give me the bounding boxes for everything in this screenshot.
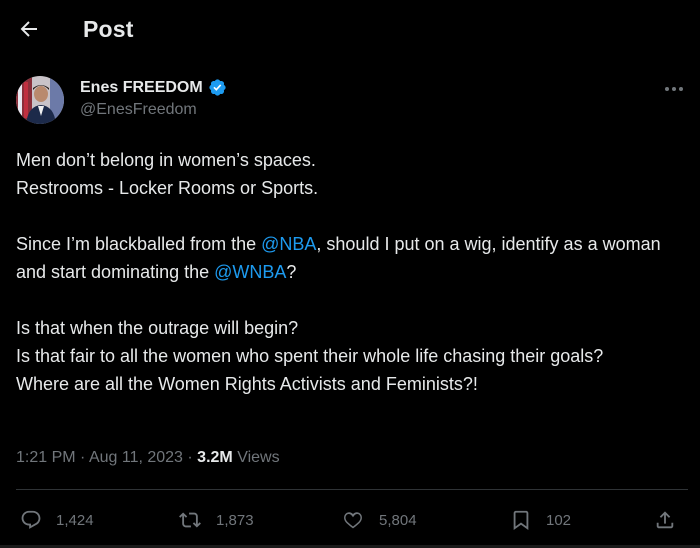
post-time[interactable]: 1:21 PM (16, 449, 76, 466)
share-button[interactable] (654, 509, 676, 531)
meta-separator: · (182, 449, 198, 466)
post-meta: 1:21 PM · Aug 11, 2023 · 3.2M Views (16, 449, 280, 467)
more-horizontal-icon (664, 79, 684, 97)
share-icon (654, 509, 676, 531)
action-bar: 1,424 1,873 5,804 102 (0, 499, 700, 539)
author-name: Enes FREEDOM (80, 78, 203, 96)
mention-link-wnba[interactable]: @WNBA (214, 262, 286, 282)
repost-button[interactable]: 1,873 (178, 509, 254, 531)
post-text: Men don’t belong in women’s spaces. Rest… (16, 146, 688, 398)
views-label: Views (237, 449, 280, 466)
post-line: Is that when the outrage will begin? (16, 318, 299, 338)
post-line: Where are all the Women Rights Activists… (16, 374, 478, 394)
reply-button[interactable]: 1,424 (20, 509, 94, 531)
arrow-left-icon (17, 17, 41, 46)
avatar[interactable] (16, 76, 64, 124)
post-paragraph: Since I’m blackballed from the @NBA, sho… (16, 230, 688, 286)
repost-count: 1,873 (216, 511, 254, 529)
meta-separator: · (75, 449, 89, 466)
mention-link-nba[interactable]: @NBA (261, 234, 316, 254)
like-button[interactable]: 5,804 (341, 509, 417, 531)
post-text-span: ? (286, 262, 297, 282)
bookmark-icon (510, 509, 532, 531)
reply-icon (20, 509, 42, 531)
post-line: Restrooms - Locker Rooms or Sports. (16, 178, 319, 198)
post-date[interactable]: Aug 11, 2023 (89, 449, 183, 466)
views-count: 3.2M (197, 449, 233, 466)
post-detail-view: Post Enes FREEDOM @EnesFreedom Men don’t… (0, 0, 700, 548)
verified-badge-icon (208, 78, 227, 97)
bookmark-button[interactable]: 102 (510, 509, 571, 531)
post-line: Men don’t belong in women’s spaces. (16, 150, 316, 170)
page-title: Post (83, 16, 134, 42)
bookmark-count: 102 (546, 511, 572, 529)
top-bar: Post (0, 0, 700, 62)
like-count: 5,804 (379, 511, 417, 529)
heart-icon (341, 509, 365, 531)
post-line: Is that fair to all the women who spent … (16, 346, 604, 366)
author-name-row[interactable]: Enes FREEDOM (80, 78, 227, 97)
back-button[interactable] (14, 16, 44, 46)
more-options-button[interactable] (660, 78, 688, 98)
post-text-span: Since I’m blackballed from the (16, 234, 262, 254)
author-handle[interactable]: @EnesFreedom (80, 101, 197, 119)
divider (16, 489, 688, 490)
repost-icon (178, 509, 202, 531)
reply-count: 1,424 (56, 511, 94, 529)
